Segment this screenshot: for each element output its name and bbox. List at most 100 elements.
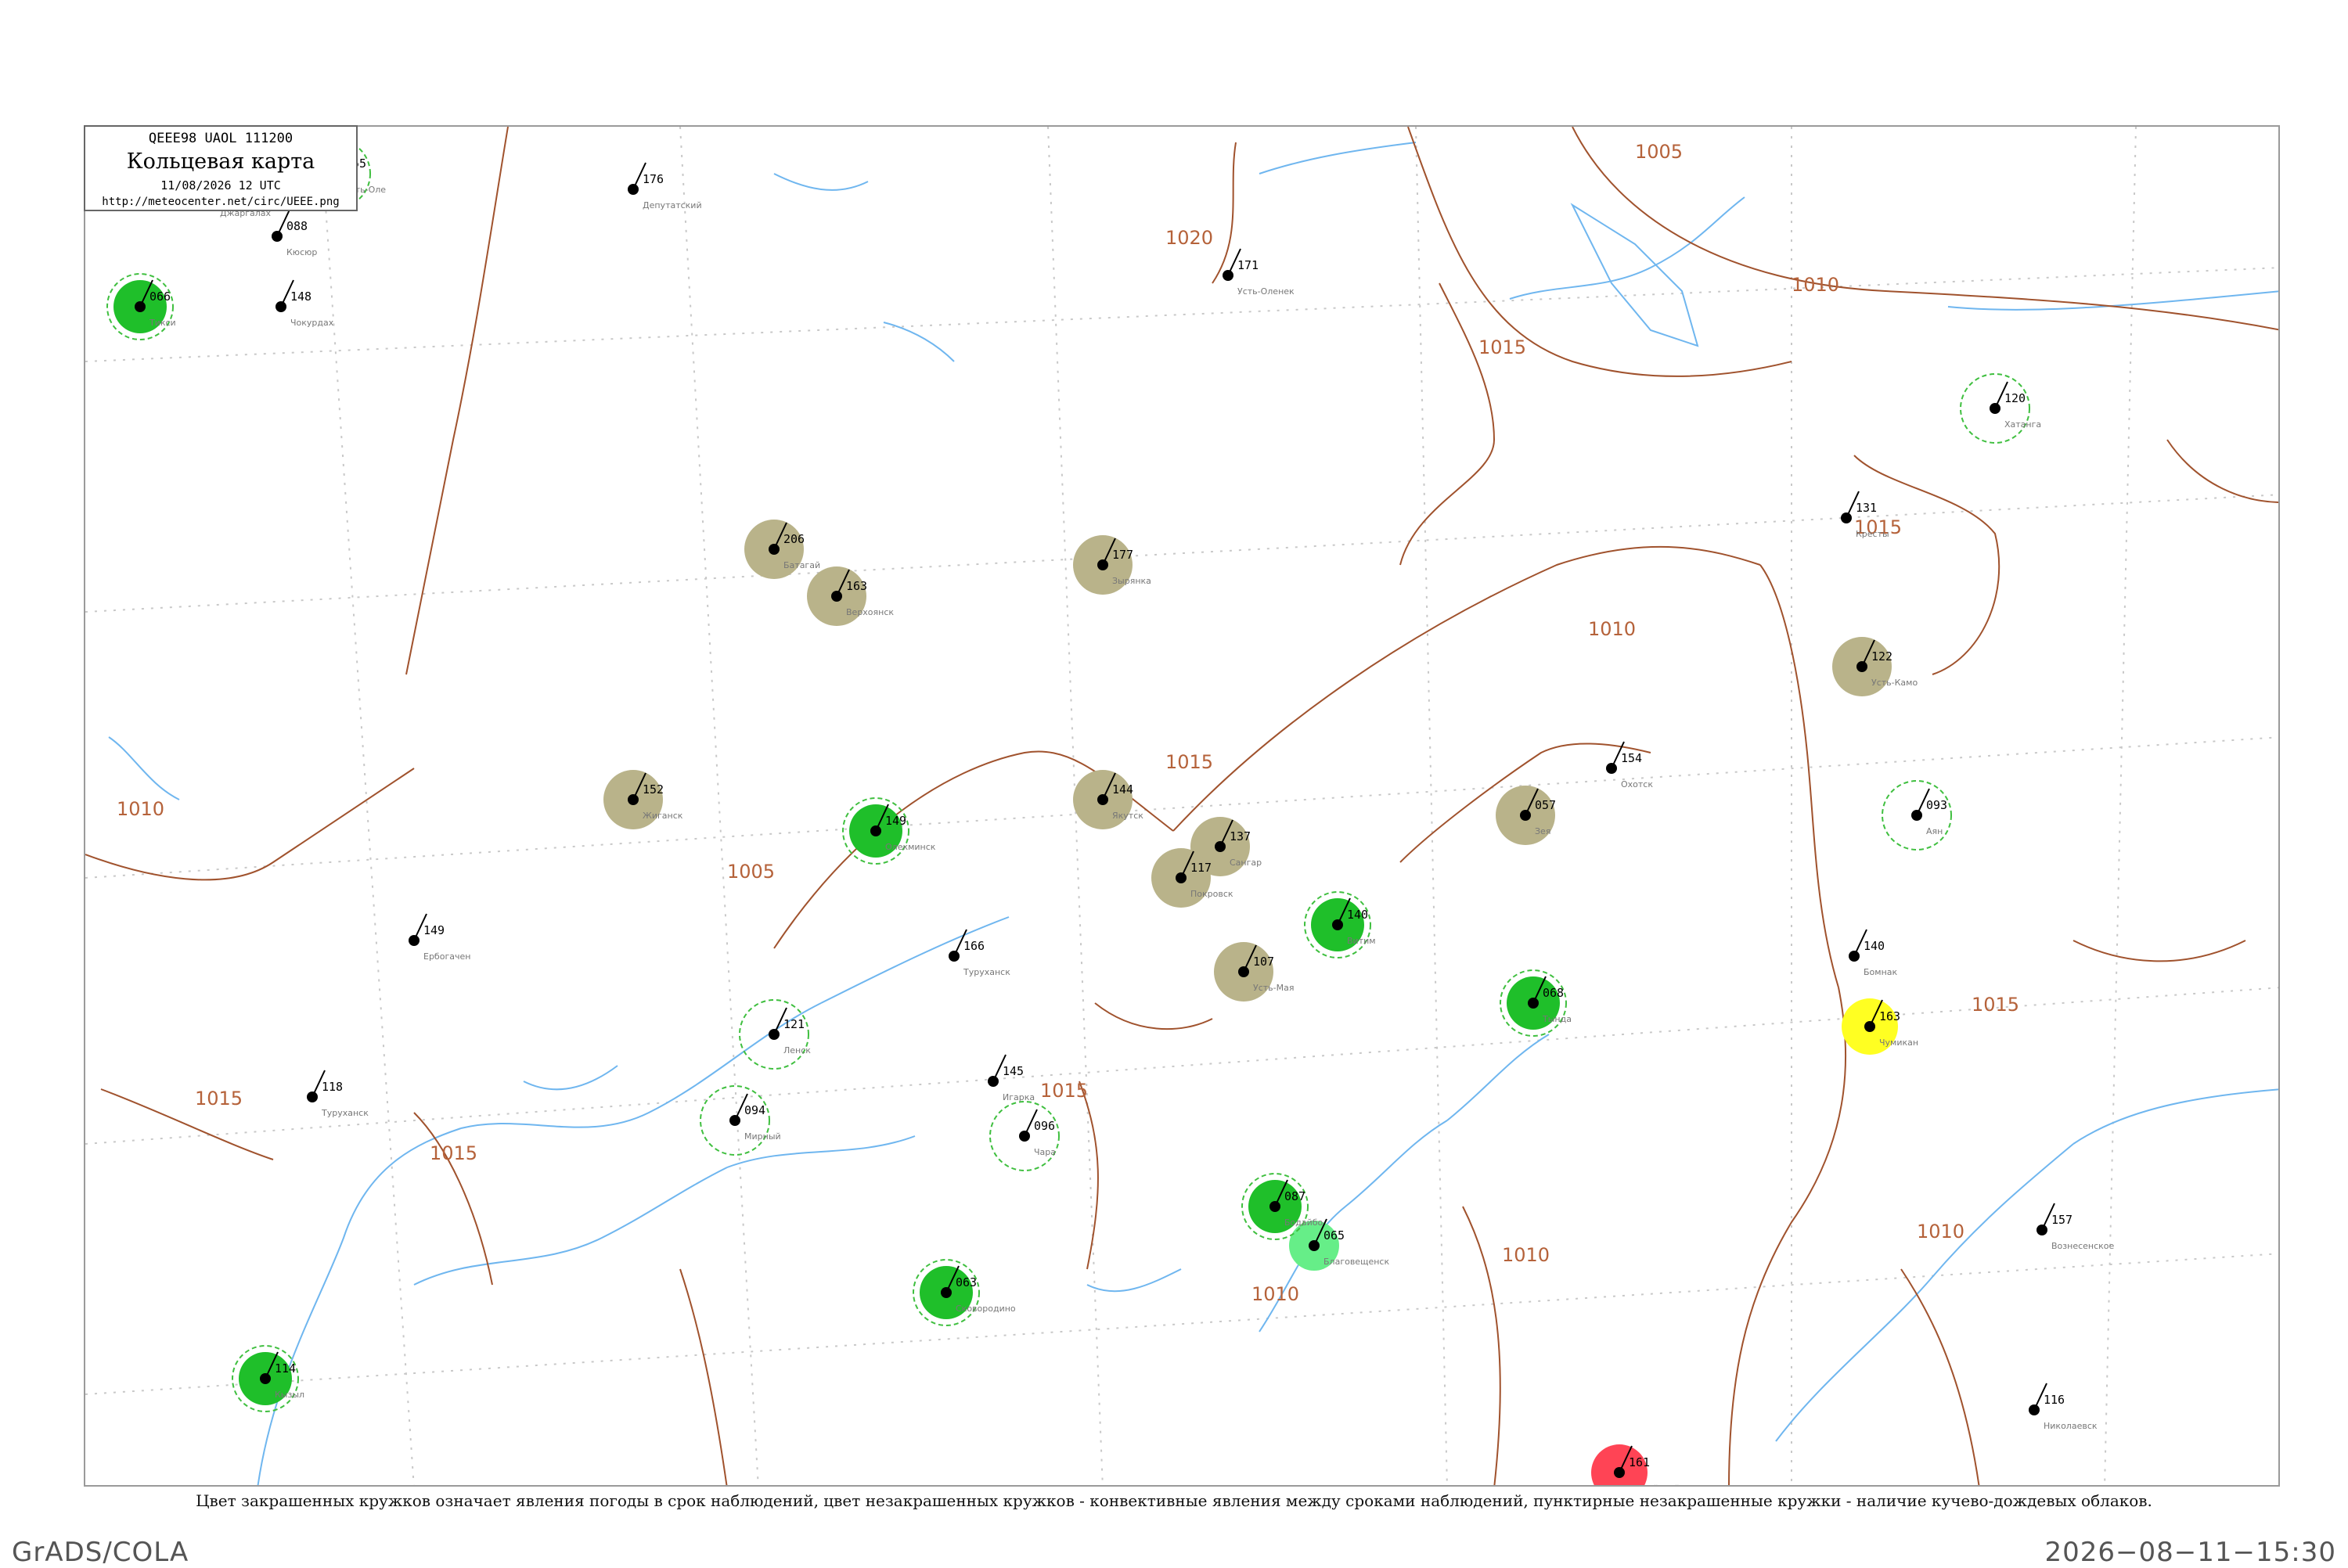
station-plot[interactable]: 154 Охотск	[1606, 741, 1653, 789]
pressure-value: 088	[286, 219, 308, 233]
station-name: Депутатский	[643, 200, 702, 210]
station-name: Якутск	[1112, 811, 1143, 821]
station-plot[interactable]: 206 Батагай	[744, 520, 820, 579]
river	[1259, 142, 1417, 174]
station-plot[interactable]: 176 Депутатский	[628, 162, 702, 210]
pressure-value: 166	[963, 939, 985, 953]
pressure-value: 114	[275, 1361, 296, 1376]
river	[523, 1065, 618, 1091]
station-plot[interactable]: 140 Бомнак	[1849, 929, 1898, 977]
pressure-value: 137	[1230, 829, 1251, 843]
pressure-value: 149	[885, 814, 906, 828]
station-plot[interactable]: 118 Туруханск	[307, 1070, 369, 1118]
station-name: Вознесенское	[2051, 1241, 2115, 1251]
river	[883, 322, 955, 362]
station-plot[interactable]: 121 Ленск	[739, 999, 811, 1070]
isobar	[1172, 545, 1761, 832]
grid-line	[319, 127, 415, 1485]
station-name: Бодайбо	[1284, 1217, 1323, 1228]
station-name: Аян	[1926, 826, 1943, 836]
station-plot[interactable]: 163 Верхоянск	[807, 566, 894, 626]
station-plot[interactable]: 145 Игарка	[988, 1054, 1035, 1102]
station-plot[interactable]: 149 Ербогачен	[409, 913, 470, 962]
station-name: Верхоянск	[846, 607, 894, 617]
station-plot[interactable]: 149 Олекминск	[842, 797, 936, 865]
isobar	[100, 1088, 274, 1160]
grid-line	[85, 1253, 2278, 1395]
station-name: Кызыл	[275, 1390, 304, 1400]
pressure-value: 140	[1347, 908, 1368, 922]
station-plot[interactable]: 107 Усть-Мая	[1214, 942, 1294, 1002]
grid-line	[85, 987, 2278, 1145]
river	[1086, 1268, 1182, 1293]
station-plot[interactable]: 066 Тикси	[106, 273, 176, 340]
station-plot[interactable]: 148 Чокурдах	[275, 279, 334, 328]
isobar	[1462, 1206, 1501, 1485]
station-plot[interactable]: 166 Туруханск	[949, 929, 1010, 977]
station-plot[interactable]: 068 Тында	[1500, 969, 1572, 1037]
isobar	[85, 768, 415, 881]
station-name: Чокурдах	[290, 318, 334, 328]
station-plot[interactable]: 171 Усть-Оленек	[1223, 248, 1295, 297]
pressure-value: 157	[2051, 1213, 2073, 1227]
station-plot[interactable]: 096 Чара	[989, 1101, 1060, 1171]
pressure-value: 057	[1535, 798, 1556, 812]
isobar	[1094, 1002, 1213, 1030]
station-plot[interactable]: 122 Усть-Камо	[1832, 637, 1918, 696]
isobar-label: 1010	[1792, 274, 1839, 296]
software-label: GrADS/COLA	[12, 1537, 189, 1568]
station-name: Ленск	[783, 1045, 811, 1056]
station-plot[interactable]: 152 Жиганск	[603, 770, 683, 829]
station-name: Бомнак	[1864, 967, 1898, 977]
isobar	[679, 1268, 728, 1485]
station-plot[interactable]: 063 Сковородино	[913, 1259, 1016, 1326]
pressure-value: 163	[1879, 1009, 1900, 1023]
pressure-value: 117	[1190, 861, 1212, 875]
isobar	[405, 127, 509, 675]
pressure-value: 145	[1003, 1064, 1024, 1078]
isobar	[2166, 439, 2278, 503]
station-plot[interactable]: 120 Хатанга	[1960, 373, 2041, 444]
station-plot[interactable]: 088 Кюсюр	[272, 209, 317, 257]
river	[1509, 196, 1745, 300]
station-plot[interactable]: 157 Вознесенское	[2036, 1203, 2115, 1251]
pressure-value: 171	[1237, 258, 1259, 272]
station-name: Покровск	[1190, 889, 1233, 899]
pressure-value: 140	[1864, 939, 1885, 953]
station-plot[interactable]: 177 Зырянка	[1073, 535, 1151, 595]
coastline	[1570, 203, 1699, 347]
pressure-value: 116	[2044, 1393, 2065, 1407]
isobar-label: 1010	[1588, 618, 1636, 640]
map-frame[interactable]: 1020 1005 1010 1015 1015 1010 1015 1010 1015 1010…	[84, 125, 2280, 1487]
pressure-value: 154	[1621, 751, 1642, 765]
station-name: Хатанга	[2004, 419, 2041, 430]
source-url[interactable]: http://meteocenter.net/circ/UEEE.png	[85, 196, 356, 208]
river	[773, 173, 869, 191]
station-name: Зырянка	[1112, 576, 1151, 586]
river	[820, 916, 1010, 1004]
river	[257, 1127, 462, 1485]
isobar-label: 1015	[195, 1088, 243, 1109]
pressure-value: 120	[2004, 391, 2026, 405]
pressure-value: 148	[290, 290, 312, 304]
station-plot[interactable]: 094 Мирный	[700, 1085, 781, 1156]
river	[1775, 1143, 2074, 1442]
weather-map[interactable]: 1020 1005 1010 1015 1015 1010 1015 1010 1015 1010…	[85, 127, 2280, 1487]
station-plot[interactable]: 140 Витим	[1304, 891, 1376, 958]
station-plot[interactable]: 163 Чумикан	[1842, 998, 1918, 1055]
pressure-value: 131	[1856, 501, 1877, 515]
station-plot[interactable]: 116 Николаевск	[2029, 1383, 2098, 1431]
rivers-layer	[108, 142, 2278, 1485]
stations-layer: 155Усть-Оле066Тикси088Кюсюр148Чокурдах16…	[106, 138, 2115, 1487]
river	[1446, 1034, 1550, 1121]
river	[2073, 1088, 2278, 1145]
station-plot[interactable]: 131 Кресты	[1841, 491, 1889, 539]
station-name: Чара	[1034, 1147, 1056, 1157]
station-plot[interactable]: 161 Софийский Прииск	[1591, 1444, 1716, 1487]
station-plot[interactable]: 057 Зея	[1496, 786, 1556, 845]
station-name: Кресты	[1856, 529, 1889, 539]
pressure-value: 066	[149, 290, 171, 304]
station-name: Усть-Оленек	[1237, 286, 1295, 297]
isobar	[1399, 282, 1496, 566]
station-plot[interactable]: 093 Аян	[1882, 780, 1952, 851]
